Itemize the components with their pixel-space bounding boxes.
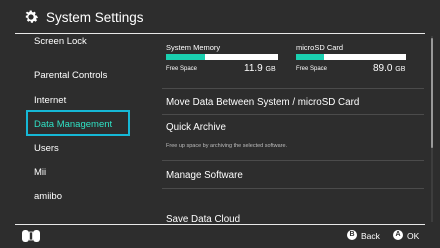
sidebar-item-screen-lock[interactable]: Screen Lock xyxy=(34,36,87,47)
sidebar-item-mii[interactable]: Mii xyxy=(34,167,46,178)
page-title: System Settings xyxy=(46,10,144,25)
a-button-icon: A xyxy=(393,230,403,240)
sd-card-bar-fill xyxy=(296,54,324,60)
footer-divider xyxy=(15,224,425,225)
sidebar-item-data-management[interactable]: Data Management xyxy=(26,110,130,136)
joycon-icon xyxy=(22,230,40,242)
sd-free-label: Free Space xyxy=(296,66,328,72)
sidebar-item-users[interactable]: Users xyxy=(34,143,59,154)
sidebar-item-amiibo[interactable]: amiibo xyxy=(34,191,62,202)
ok-button[interactable]: OK xyxy=(407,231,419,241)
move-data-button[interactable]: Move Data Between System / microSD Card xyxy=(166,97,359,108)
manage-software-button[interactable]: Manage Software xyxy=(166,170,243,181)
sd-card-bar xyxy=(296,54,406,60)
system-memory-bar xyxy=(166,54,278,60)
system-free-value: 11.9 GB xyxy=(244,63,276,74)
system-free-label: Free Space xyxy=(166,66,198,72)
sidebar-item-parental-controls[interactable]: Parental Controls xyxy=(34,70,107,81)
sidebar-item-label: Data Management xyxy=(34,119,113,130)
divider xyxy=(162,188,424,189)
system-memory-bar-fill xyxy=(166,54,206,60)
back-button[interactable]: Back xyxy=(361,231,380,241)
sd-card-label: microSD Card xyxy=(296,43,344,52)
system-memory-label: System Memory xyxy=(166,43,221,52)
header-divider xyxy=(15,33,425,34)
divider xyxy=(162,114,424,115)
quick-archive-description: Free up space by archiving the selected … xyxy=(166,143,288,149)
quick-archive-button[interactable]: Quick Archive xyxy=(166,122,226,133)
divider xyxy=(162,160,424,161)
divider xyxy=(162,88,424,89)
header: System Settings xyxy=(0,0,440,34)
scrollbar-thumb[interactable] xyxy=(431,38,433,148)
gear-icon xyxy=(25,10,39,23)
b-button-icon: B xyxy=(347,230,357,240)
sd-free-value: 89.0 GB xyxy=(373,63,406,74)
sidebar-item-internet[interactable]: Internet xyxy=(34,95,66,106)
